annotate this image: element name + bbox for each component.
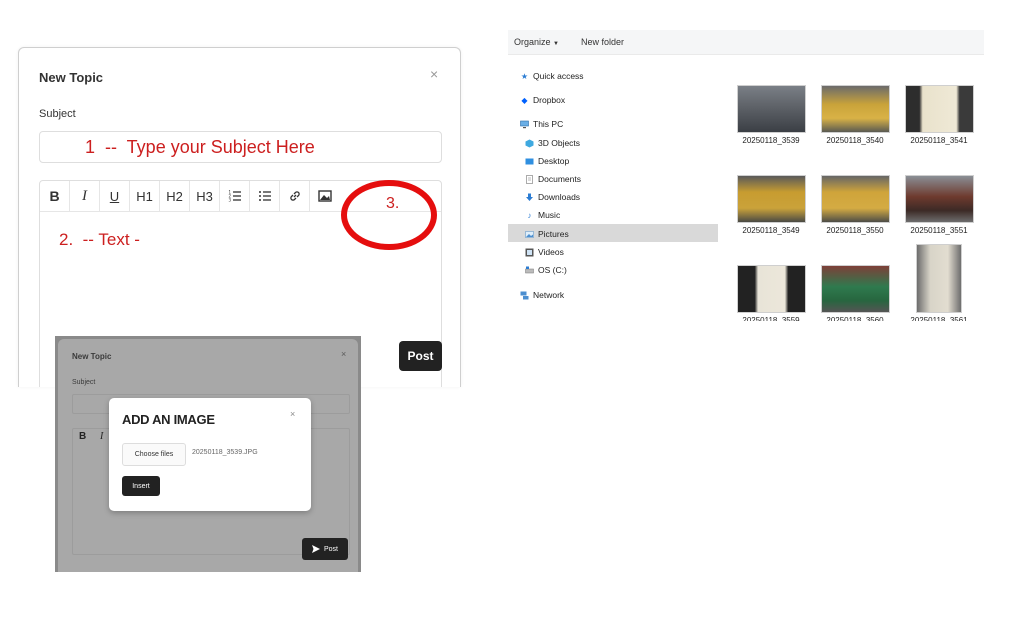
dropbox-icon: ◆ [521,95,528,105]
desktop-icon [525,157,534,166]
bullet-list-button[interactable] [250,181,280,211]
nav-label: Dropbox [533,95,566,105]
nav-network[interactable]: Network [520,290,564,300]
dialog-title: ADD AN IMAGE [122,412,215,427]
nav-videos[interactable]: Videos [525,247,564,257]
photo-thumbnail[interactable] [737,85,806,133]
bullet-list-icon [258,191,271,201]
nav-label: Videos [538,247,564,257]
editor-toolbar: B I U H1 H2 H3 123 [40,181,350,211]
nav-label: Desktop [538,156,570,166]
subject-label: Subject [39,108,76,120]
nav-desktop[interactable]: Desktop [525,156,569,166]
italic-button[interactable]: I [70,181,100,211]
ordered-list-button[interactable]: 123 [220,181,250,211]
file-name[interactable]: 20250118_3541 [897,136,981,145]
nav-label: This PC [533,119,564,129]
link-button[interactable] [280,181,310,211]
file-name[interactable]: 20250118_3550 [813,226,897,235]
star-pin-icon: ★ [520,71,529,81]
command-bar [508,30,984,55]
photo-thumbnail[interactable] [821,175,890,223]
circle-annotation-number: 3. [386,195,400,212]
insert-button[interactable]: Insert [122,476,160,496]
document-icon [525,174,534,184]
nav-dropbox[interactable]: ◆ Dropbox [520,95,565,105]
nav-documents[interactable]: Documents [525,174,581,184]
organize-label: Organize [514,37,551,47]
selected-file-name: 20250118_3539.JPG [192,449,258,456]
nav-downloads[interactable]: Downloads [525,192,580,202]
nav-label: Network [533,290,565,300]
new-folder-button[interactable]: New folder [581,37,624,47]
subject-annotation: 1 -- Type your Subject Here [85,137,315,157]
post-button[interactable]: Post [399,341,442,371]
organize-menu[interactable]: Organize ▼ [514,37,559,47]
image-button[interactable] [310,181,340,211]
close-icon[interactable]: × [290,409,295,419]
underline-button[interactable]: U [100,181,130,211]
post-button[interactable]: Post [302,538,348,560]
text-annotation: 2. -- Text - [59,230,140,249]
photo-thumbnail[interactable] [821,265,890,313]
photo-thumbnail[interactable] [821,85,890,133]
nav-3d-objects[interactable]: 3D Objects [525,138,580,148]
italic-button[interactable]: I [100,431,103,442]
photo-thumbnail[interactable] [737,175,806,223]
nav-os-c[interactable]: OS (C:) [525,265,567,275]
file-name[interactable]: 20250118_3549 [729,226,813,235]
nav-label: Pictures [538,229,569,239]
pictures-icon [525,230,534,239]
heading2-button[interactable]: H2 [160,181,190,211]
file-name[interactable]: 20250118_3539 [729,136,813,145]
music-icon: ♪ [527,210,532,220]
add-image-dialog: ADD AN IMAGE × Choose files 20250118_353… [109,398,311,511]
file-explorer: Organize ▼ New folder ★ Quick access ◆ D… [508,30,984,321]
heading3-button[interactable]: H3 [190,181,220,211]
bold-button[interactable]: B [40,181,70,211]
close-icon[interactable]: × [341,349,346,359]
heading1-button[interactable]: H1 [130,181,160,211]
nav-label: Quick access [533,71,584,81]
file-name[interactable]: 20250118_3551 [897,226,981,235]
photo-thumbnail[interactable] [905,85,974,133]
svg-text:3: 3 [228,198,231,203]
nav-label: Documents [538,174,581,184]
drive-icon [525,266,534,275]
network-icon [520,291,529,300]
chevron-down-icon: ▼ [553,41,559,47]
file-name[interactable]: 20250118_3561 [897,316,981,321]
nav-label: Downloads [538,192,581,202]
image-icon [318,190,332,202]
nav-music[interactable]: ♪ Music [525,210,561,220]
panel-title: New Topic [72,352,112,361]
computer-icon [520,120,529,129]
ordered-list-icon: 123 [228,190,241,203]
close-icon[interactable]: × [430,66,438,82]
send-icon [311,545,320,553]
subject-label: Subject [72,379,96,386]
nav-pictures[interactable]: Pictures [525,229,569,239]
nav-label: OS (C:) [538,265,567,275]
cube-icon [525,139,534,148]
nav-label: 3D Objects [538,138,581,148]
photo-thumbnail[interactable] [916,244,962,313]
choose-files-button[interactable]: Choose files [122,443,186,466]
post-label: Post [323,545,338,553]
red-circle-annotation [341,180,437,250]
panel-title: New Topic [39,70,104,85]
nav-label: Music [538,210,561,220]
nav-this-pc[interactable]: This PC [520,119,563,129]
photo-thumbnail[interactable] [737,265,806,313]
bold-button[interactable]: B [79,431,86,442]
link-icon [289,191,300,201]
add-image-screenshot: New Topic × Subject B I Post ADD AN IMAG… [55,336,361,572]
file-name[interactable]: 20250118_3560 [813,316,897,321]
download-icon [525,193,534,202]
video-icon [525,248,534,257]
nav-quick-access[interactable]: ★ Quick access [520,71,584,81]
file-name[interactable]: 20250118_3540 [813,136,897,145]
photo-thumbnail[interactable] [905,175,974,223]
file-name[interactable]: 20250118_3559 [729,316,813,321]
